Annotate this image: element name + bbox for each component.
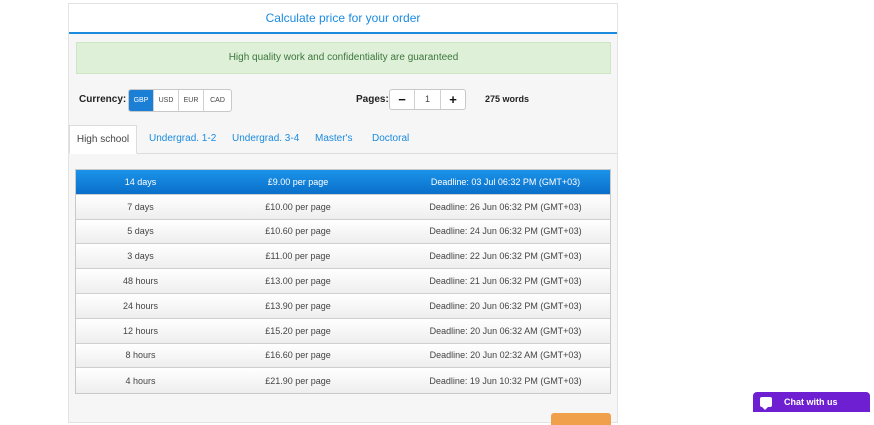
price-row[interactable]: 7 days £10.00 per page Deadline: 26 Jun … [76,194,610,220]
currency-selector: GBP USD EUR CAD [128,89,232,112]
row-price: £15.20 per page [265,325,331,336]
price-row[interactable]: 8 hours £16.60 per page Deadline: 20 Jun… [76,343,610,369]
price-calculator-panel: Calculate price for your order High qual… [68,3,618,425]
row-term: 4 hours [125,375,156,386]
row-deadline: Deadline: 20 Jun 06:32 PM (GMT+03) [429,300,582,311]
tab-undergrad-3-4[interactable]: Undergrad. 3-4 [232,125,299,153]
tab-masters[interactable]: Master's [315,125,352,153]
row-term: 5 days [127,226,154,237]
row-term: 8 hours [125,350,156,361]
row-term: 14 days [124,176,157,187]
row-price: £10.60 per page [265,226,331,237]
row-term: 7 days [127,201,154,212]
row-term: 48 hours [122,276,159,287]
chat-label: Chat with us [784,397,838,407]
price-row[interactable]: 12 hours £15.20 per page Deadline: 20 Ju… [76,318,610,344]
currency-eur-button[interactable]: EUR [179,90,204,111]
row-price: £21.90 per page [265,375,331,386]
chat-with-us-button[interactable]: Chat with us [753,392,870,412]
academic-level-tabs: High school Undergrad. 1-2 Undergrad. 3-… [69,125,617,154]
order-now-button[interactable] [551,413,611,425]
row-deadline: Deadline: 20 Jun 06:32 AM (GMT+03) [429,325,582,336]
row-price: £13.90 per page [265,300,331,311]
price-table: 14 days £9.00 per page Deadline: 03 Jul … [75,169,611,395]
row-term: 12 hours [122,325,159,336]
price-row[interactable]: 48 hours £13.00 per page Deadline: 21 Ju… [76,269,610,294]
row-deadline: Deadline: 20 Jun 02:32 AM (GMT+03) [429,350,582,361]
tab-undergrad-1-2[interactable]: Undergrad. 1-2 [149,125,216,153]
price-row[interactable]: 3 days £11.00 per page Deadline: 22 Jun … [76,244,610,270]
currency-cad-button[interactable]: CAD [204,90,231,111]
currency-gbp-button[interactable]: GBP [129,90,154,111]
row-deadline: Deadline: 22 Jun 06:32 PM (GMT+03) [429,251,582,262]
panel-title: Calculate price for your order [69,4,617,34]
price-row[interactable]: 4 hours £21.90 per page Deadline: 19 Jun… [76,368,610,394]
price-row[interactable]: 24 hours £13.90 per page Deadline: 20 Ju… [76,293,610,319]
price-row[interactable]: 5 days £10.60 per page Deadline: 24 Jun … [76,219,610,245]
row-price: £10.00 per page [265,201,331,212]
row-term: 3 days [127,251,154,262]
row-deadline: Deadline: 03 Jul 06:32 PM (GMT+03) [430,176,581,187]
word-count: 275 words [485,94,530,104]
price-row-selected[interactable]: 14 days £9.00 per page Deadline: 03 Jul … [76,170,610,195]
chat-bubble-icon [760,397,772,410]
row-deadline: Deadline: 26 Jun 06:32 PM (GMT+03) [429,201,582,212]
row-price: £13.00 per page [265,276,331,287]
row-price: £11.00 per page [265,251,331,262]
pages-decrement-button[interactable]: − [390,90,415,109]
row-deadline: Deadline: 21 Jun 06:32 PM (GMT+03) [429,276,582,287]
row-price: £16.60 per page [265,350,331,361]
tab-doctoral[interactable]: Doctoral [372,125,409,153]
pages-input[interactable]: 1 [415,90,440,109]
row-deadline: Deadline: 24 Jun 06:32 PM (GMT+03) [429,226,582,237]
row-deadline: Deadline: 19 Jun 10:32 PM (GMT+03) [429,375,582,386]
tab-high-school[interactable]: High school [69,125,137,154]
row-term: 24 hours [122,300,159,311]
currency-usd-button[interactable]: USD [154,90,179,111]
pages-stepper: − 1 + [389,89,466,110]
row-price: £9.00 per page [267,176,329,187]
currency-label: Currency: [79,94,127,105]
pages-increment-button[interactable]: + [440,90,465,109]
pages-label: Pages: [356,94,389,105]
guarantee-notice: High quality work and confidentiality ar… [76,42,611,74]
